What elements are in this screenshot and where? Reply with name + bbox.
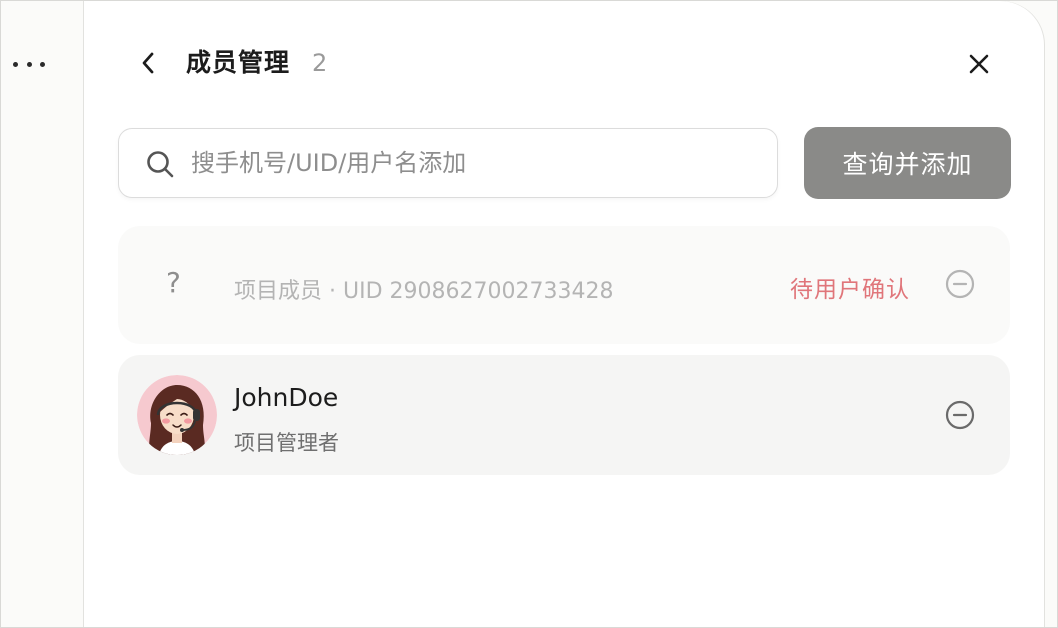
chevron-left-icon [142,52,154,74]
member-role: 项目管理者 [234,431,339,455]
member-description: 项目成员 · UID 2908627002733428 [234,279,614,304]
search-input[interactable] [191,143,751,183]
remove-member-icon[interactable] [944,399,976,431]
close-icon [969,54,989,74]
search-field[interactable] [118,128,778,198]
member-management-panel: 成员管理 2 查询并添加 ? 项目成员 · UID 29086270027334… [84,1,1044,627]
close-button[interactable] [964,49,994,79]
page-title: 成员管理 [186,48,291,77]
member-count: 2 [312,49,328,77]
back-button[interactable] [134,49,162,77]
unknown-avatar-placeholder: ? [166,266,181,299]
member-row-pending: ? 项目成员 · UID 2908627002733428 待用户确认 [118,226,1010,344]
member-name: JohnDoe [234,383,339,412]
pending-status-label: 待用户确认 [790,277,910,303]
cartoon-woman-headset-icon [137,375,217,455]
more-options-icon[interactable] [13,55,45,73]
search-icon [147,151,174,178]
avatar [137,375,217,455]
member-row-admin: JohnDoe 项目管理者 [118,355,1010,475]
search-and-add-button[interactable]: 查询并添加 [804,127,1011,199]
sidebar-strip [1,1,84,627]
remove-member-icon[interactable] [944,268,976,300]
